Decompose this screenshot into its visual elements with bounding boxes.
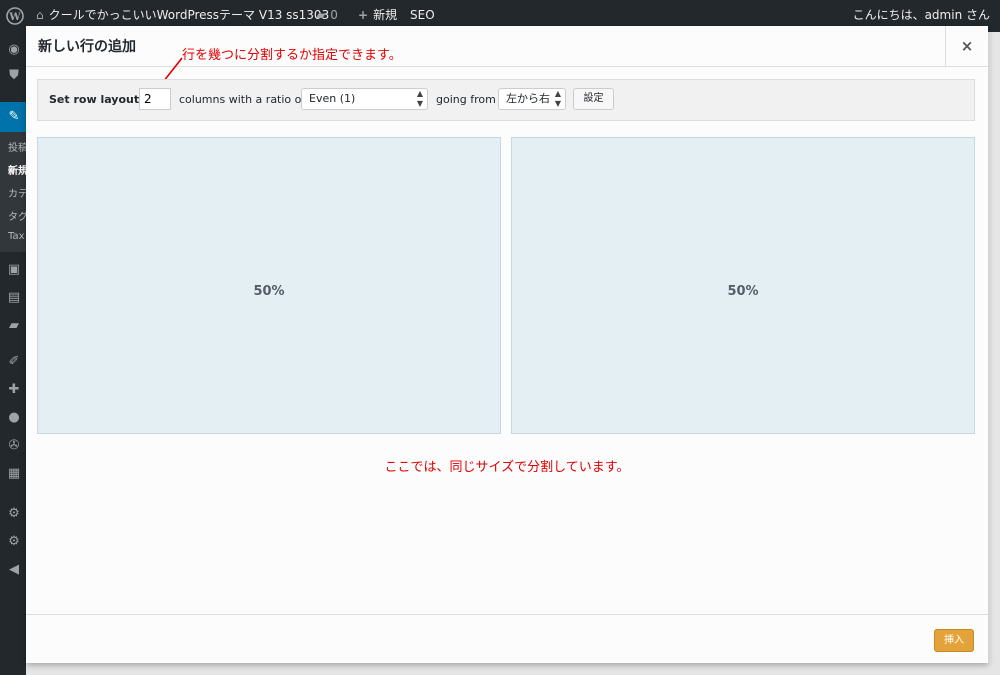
dialog-title: 新しい行の追加 [38, 39, 136, 55]
annotation-text: ここでは、同じサイズで分割しています。 [384, 460, 630, 475]
collapse-menu-icon[interactable]: ◀ [6, 562, 22, 578]
ratio-select[interactable]: Even (1) ▲ ▼ [301, 88, 428, 110]
plugins-icon[interactable]: ✚ [6, 382, 22, 398]
users-icon[interactable]: ● [6, 410, 22, 426]
ratio-select-value: Even (1) [309, 92, 356, 105]
pages-icon[interactable]: ▤ [6, 290, 22, 306]
background-page [26, 662, 1000, 675]
tools-icon[interactable]: ✇ [6, 438, 22, 454]
background-page [990, 32, 1000, 675]
row-layout-toolbar: Set row layout : columns with a ratio of… [37, 79, 975, 121]
dashboard-icon[interactable]: ◉ [6, 42, 22, 58]
insert-button[interactable]: 挿入 [934, 629, 974, 652]
select-arrows-icon: ▲ ▼ [416, 89, 423, 108]
dialog-footer: 挿入 [26, 614, 988, 663]
comments-icon[interactable]: ▰ [6, 318, 22, 334]
add-row-dialog: 新しい行の追加 × 行を幾つに分割するか指定できます。 Set row layo… [26, 26, 988, 663]
column-percent: 50% [727, 284, 759, 299]
submenu-item[interactable]: 新規 [8, 162, 26, 177]
appearance-icon[interactable]: ✐ [6, 354, 22, 370]
comments-count: 0 [330, 8, 338, 22]
new-label: 新規 [373, 8, 398, 22]
submenu-item[interactable]: 投稿 [8, 139, 26, 154]
shield-icon[interactable]: ⛊ [6, 68, 22, 84]
direction-select[interactable]: 左から右 ▲ ▼ [498, 88, 566, 110]
svg-text:W: W [8, 12, 21, 23]
media-icon[interactable]: ▣ [6, 262, 22, 278]
admin-sidebar: ◉ ⛊ ✎ 投稿 新規 カテ タグ Tax ▣ ▤ ▰ ✐ ✚ ● ✇ ▦ ⚙ … [0, 32, 26, 675]
set-button[interactable]: 設定 [573, 88, 614, 110]
submenu-item[interactable]: カテ [8, 185, 26, 200]
column-percent: 50% [253, 284, 285, 299]
columns-count-input[interactable] [139, 88, 171, 110]
wordpress-logo-icon[interactable]: W [6, 0, 26, 32]
going-from-label: going from [436, 93, 496, 106]
columns-ratio-label: columns with a ratio of [179, 93, 306, 106]
pin-icon: ✎ [8, 109, 20, 124]
column-preview[interactable]: 50% [37, 137, 501, 434]
select-arrows-icon: ▲ ▼ [554, 89, 561, 108]
submenu-item[interactable]: タグ [8, 208, 26, 223]
set-row-layout-label: Set row layout : [49, 93, 148, 106]
annotation-text: 行を幾つに分割するか指定できます。 [182, 48, 402, 63]
column-preview[interactable]: 50% [511, 137, 975, 434]
submenu-item[interactable]: Tax [8, 231, 25, 242]
gear-icon[interactable]: ⚙ [6, 534, 22, 550]
site-title: クールでかっこいいWordPressテーマ V13 ss1303 [48, 8, 330, 22]
settings-icon[interactable]: ▦ [6, 466, 22, 482]
direction-select-value: 左から右 [506, 92, 550, 105]
gear-icon[interactable]: ⚙ [6, 506, 22, 522]
close-button[interactable]: × [945, 26, 988, 66]
